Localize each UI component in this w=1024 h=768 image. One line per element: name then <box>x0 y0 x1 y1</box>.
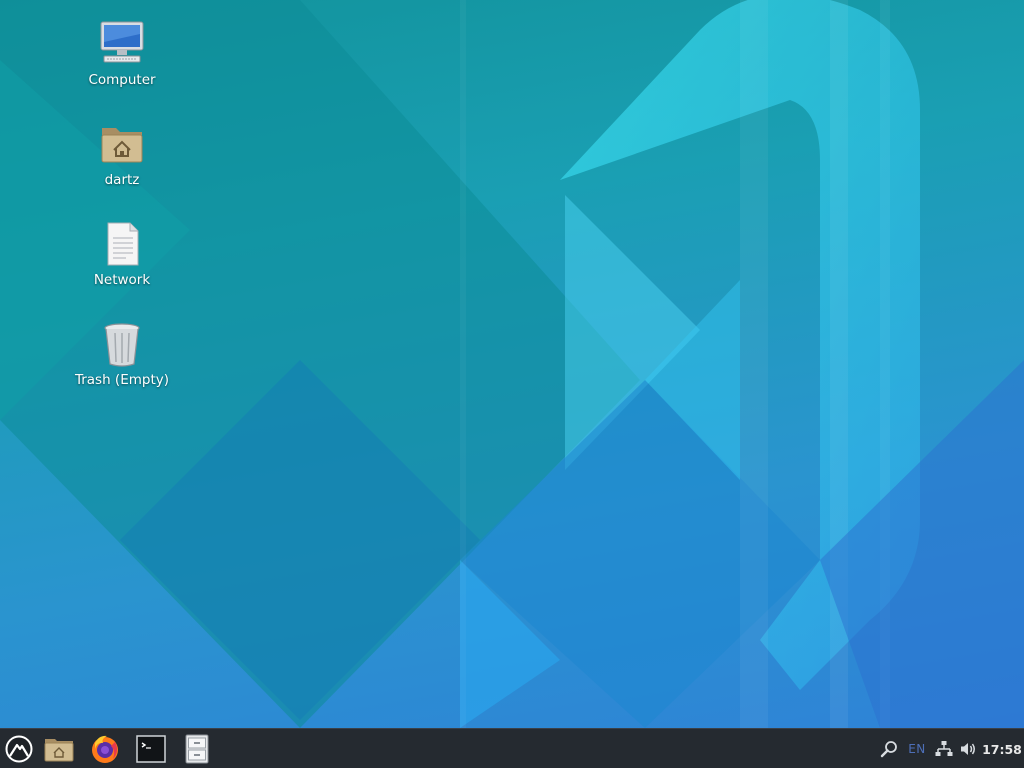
desktop-icon-computer[interactable]: Computer <box>72 20 172 88</box>
desktop-icon-home[interactable]: dartz <box>72 120 172 188</box>
file-manager-launcher[interactable] <box>42 732 76 766</box>
network-icon <box>935 741 953 756</box>
clock-time: 17:58 <box>982 741 1022 757</box>
firefox-icon <box>92 735 118 763</box>
search-icon <box>880 741 897 758</box>
web-browser-launcher[interactable] <box>88 732 122 766</box>
trash-icon <box>104 323 140 367</box>
terminal-launcher[interactable] <box>134 732 168 766</box>
tray-network-button[interactable] <box>933 729 955 768</box>
desktop-icon-label: Computer <box>88 72 156 88</box>
volume-icon <box>961 743 975 755</box>
document-icon <box>107 222 139 266</box>
keyboard-layout-label: EN <box>908 742 926 756</box>
desktop-icon-trash[interactable]: Trash (Empty) <box>72 320 172 388</box>
taskbar: EN 17:58 <box>0 728 1024 768</box>
clock[interactable]: 17:58 <box>982 729 1022 768</box>
tray-volume-button[interactable] <box>957 729 979 768</box>
file-cabinet-icon <box>185 734 209 764</box>
desktop-icon-network[interactable]: Network <box>72 220 172 288</box>
desktop-icon-label: Trash (Empty) <box>74 372 170 388</box>
desktop-icon-label: Network <box>93 272 151 288</box>
keyboard-layout-indicator[interactable]: EN <box>904 729 930 768</box>
home-folder-icon <box>101 128 143 163</box>
terminal-icon <box>136 735 166 763</box>
app-menu-button[interactable] <box>2 732 36 766</box>
file-cabinet-launcher[interactable] <box>180 732 214 766</box>
desktop[interactable]: Computer dartz Network Trash (Empty) EN … <box>0 0 1024 768</box>
desktop-icon-label: dartz <box>104 172 140 188</box>
app-menu-icon <box>5 735 33 763</box>
computer-icon <box>100 21 144 63</box>
tray-search-button[interactable] <box>878 729 900 768</box>
home-folder-icon <box>44 739 74 762</box>
